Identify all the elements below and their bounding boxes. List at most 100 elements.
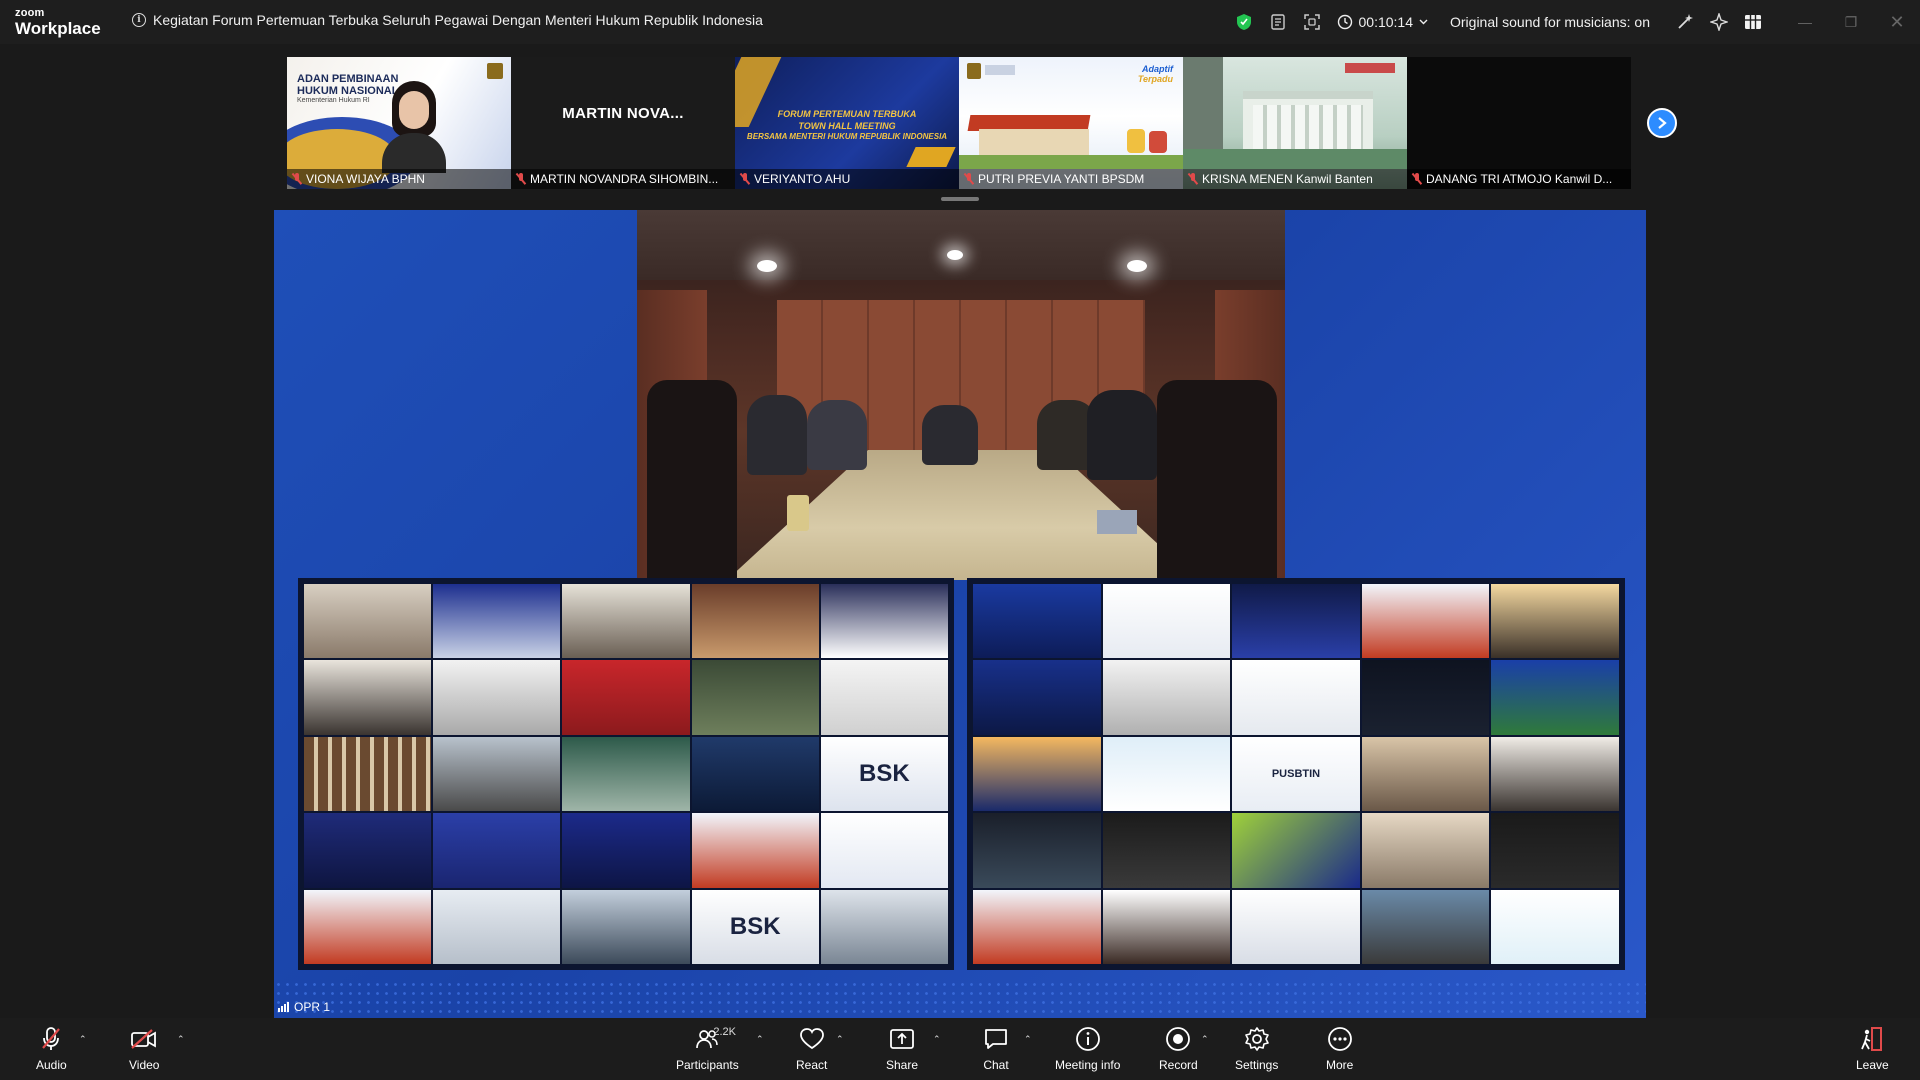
participants-button[interactable]: 2.2K Participants [676,1026,739,1072]
gallery-tile[interactable] [433,584,561,659]
gallery-tile[interactable] [973,813,1101,888]
participants-options-caret[interactable]: ⌃ [756,1034,764,1045]
participant-thumbnail[interactable]: Adaptif Terpadu PUTRI PREVIA YANTI BPSDM [959,57,1183,189]
more-button[interactable]: More [1326,1026,1353,1072]
gallery-tile[interactable] [1232,584,1360,659]
gallery-tile[interactable] [1232,660,1360,735]
gallery-tile[interactable] [973,660,1101,735]
gallery-tile[interactable] [304,584,432,659]
audio-button[interactable]: Audio [36,1026,67,1072]
gallery-tile[interactable] [820,813,948,888]
gallery-tile[interactable] [1491,660,1619,735]
video-button[interactable]: Video [129,1026,159,1072]
gallery-tile[interactable] [562,813,690,888]
gallery-tile[interactable] [304,660,432,735]
sparkle-icon[interactable] [1702,0,1736,44]
info-icon[interactable]: i [132,13,146,27]
gallery-tile[interactable] [691,813,819,888]
participant-thumbnail[interactable]: KRISNA MENEN Kanwil Banten [1183,57,1407,189]
gallery-tile[interactable] [1102,889,1231,964]
gallery-tile[interactable] [820,660,948,735]
gallery-tile[interactable] [973,584,1101,659]
magic-wand-icon[interactable] [1668,0,1702,44]
participant-thumbnail[interactable]: DANANG TRI ATMOJO Kanwil D... [1407,57,1631,189]
gallery-tile[interactable] [433,813,561,888]
next-page-button[interactable] [1647,108,1677,138]
gallery-tile[interactable] [691,736,819,812]
gallery-tile[interactable] [1361,660,1490,735]
gallery-tile[interactable] [562,889,690,964]
participant-thumbnail[interactable]: ADAN PEMBINAAN HUKUM NASIONAL Kementeria… [287,57,511,189]
gallery-tile[interactable] [304,736,432,812]
gallery-tile[interactable] [1491,889,1619,964]
meeting-info-button[interactable]: Meeting info [1055,1026,1120,1072]
title-bar: zoom Workplace i Kegiatan Forum Pertemua… [0,0,1920,44]
gallery-tile[interactable] [1361,584,1490,659]
participants-count: 2.2K [713,1026,736,1038]
participant-thumbnail[interactable]: FORUM PERTEMUAN TERBUKA TOWN HALL MEETIN… [735,57,959,189]
strip-resize-handle[interactable] [941,197,979,201]
gallery-tile[interactable] [304,813,432,888]
gallery-tile[interactable] [1361,736,1490,812]
record-options-caret[interactable]: ⌃ [1201,1034,1209,1045]
gallery-tile[interactable] [973,889,1101,964]
video-off-icon [131,1029,157,1049]
gallery-tile[interactable] [433,660,561,735]
gallery-tile[interactable] [562,660,690,735]
participant-name: PUTRI PREVIA YANTI BPSDM [978,172,1145,186]
more-label: More [1326,1058,1354,1072]
audio-options-caret[interactable]: ⌃ [79,1034,87,1045]
captions-icon[interactable] [1261,0,1295,44]
participant-name: KRISNA MENEN Kanwil Banten [1202,172,1373,186]
gallery-tile[interactable]: BSK [691,889,819,964]
gallery-tile[interactable] [1491,736,1619,812]
gallery-tile[interactable] [1102,736,1231,812]
video-options-caret[interactable]: ⌃ [177,1034,185,1045]
gallery-tile[interactable] [691,584,819,659]
gallery-tile[interactable] [433,736,561,812]
more-dots-icon [1327,1027,1352,1051]
gallery-tile[interactable] [562,584,690,659]
share-button[interactable]: Share [886,1026,918,1072]
share-options-caret[interactable]: ⌃ [933,1034,941,1045]
gallery-tile[interactable] [1102,584,1231,659]
meeting-timer[interactable]: 00:10:14 [1337,14,1429,30]
clock-icon [1337,14,1352,30]
gallery-tile[interactable] [1491,584,1619,659]
original-sound-status[interactable]: Original sound for musicians: on [1450,14,1650,30]
maximize-icon[interactable]: ❐ [1828,0,1874,44]
gallery-tile[interactable] [1491,813,1619,888]
record-button[interactable]: Record [1159,1026,1198,1072]
react-button[interactable]: React [796,1026,827,1072]
close-icon[interactable]: ✕ [1874,0,1920,44]
gallery-tile[interactable] [1102,660,1231,735]
gallery-tile[interactable] [820,889,948,964]
gallery-tile[interactable] [1361,889,1490,964]
gallery-tile[interactable] [820,584,948,659]
chat-options-caret[interactable]: ⌃ [1024,1034,1032,1045]
gallery-tile[interactable] [691,660,819,735]
fullscreen-icon[interactable] [1295,0,1329,44]
meeting-title[interactable]: i Kegiatan Forum Pertemuan Terbuka Selur… [132,12,763,28]
gallery-tile[interactable] [1361,813,1490,888]
gallery-tile[interactable]: BSK [820,736,948,812]
chat-button[interactable]: Chat [983,1026,1009,1072]
gallery-tile[interactable] [1232,813,1360,888]
gear-icon [1244,1027,1269,1051]
gallery-tile[interactable] [973,736,1101,812]
gallery-tile[interactable] [562,736,690,812]
slide-text: BERSAMA MENTERI HUKUM REPUBLIK INDONESIA [746,132,948,142]
participant-name: DANANG TRI ATMOJO Kanwil D... [1426,172,1613,186]
gallery-tile[interactable] [1102,813,1231,888]
react-options-caret[interactable]: ⌃ [836,1034,844,1045]
leave-button[interactable]: Leave [1856,1026,1889,1072]
gallery-tile[interactable] [304,889,432,964]
settings-button[interactable]: Settings [1235,1026,1278,1072]
view-grid-icon[interactable] [1736,0,1770,44]
participant-thumbnail[interactable]: MARTIN NOVA... MARTIN NOVANDRA SIHOMBIN.… [511,57,735,189]
encryption-shield-icon[interactable] [1227,0,1261,44]
minimize-icon[interactable]: — [1782,0,1828,44]
gallery-tile[interactable]: PUSBTIN [1232,736,1360,812]
gallery-tile[interactable] [433,889,561,964]
gallery-tile[interactable] [1232,889,1360,964]
